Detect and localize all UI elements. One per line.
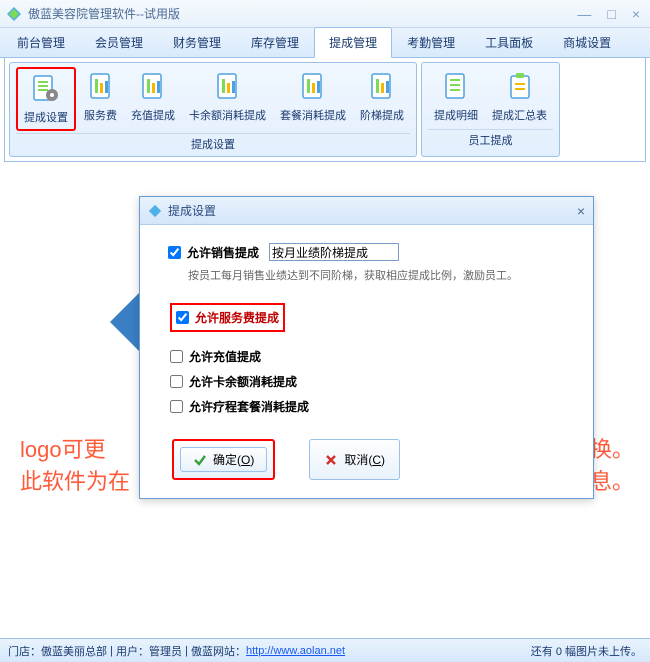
status-bar: 门店：傲蓝美丽总部 | 用户：管理员 | 傲蓝网站： http://www.ao… xyxy=(0,638,650,662)
label-allow-sales: 允许销售提成 xyxy=(187,244,259,261)
ribbon-group-staff: 提成明细 提成汇总表 员工提成 xyxy=(421,62,560,157)
status-upload: 还有 0 幅图片未上传。 xyxy=(531,643,642,659)
content-area: logo可更 换。 此软件为在 息。 提成设置 × 允许销售提成 按员工每月销售… xyxy=(0,162,650,638)
menu-attendance[interactable]: 考勤管理 xyxy=(392,27,470,58)
document-adjust-icon xyxy=(297,71,329,103)
checkbox-allow-recharge[interactable] xyxy=(170,350,183,363)
status-site-link[interactable]: http://www.aolan.net xyxy=(246,645,345,657)
document-adjust-icon xyxy=(212,71,244,103)
menu-bar: 前台管理 会员管理 财务管理 库存管理 提成管理 考勤管理 工具面板 商城设置 xyxy=(0,28,650,58)
app-logo-icon xyxy=(6,6,22,22)
menu-member[interactable]: 会员管理 xyxy=(80,27,158,58)
checkbox-allow-package[interactable] xyxy=(170,400,183,413)
checkbox-allow-service[interactable] xyxy=(176,311,189,324)
cancel-button[interactable]: 取消(C) xyxy=(309,439,400,480)
dialog-titlebar: 提成设置 × xyxy=(140,197,593,225)
ribbon-label: 卡余额消耗提成 xyxy=(189,107,266,123)
ribbon-label: 阶梯提成 xyxy=(360,107,404,123)
checkbox-allow-balance[interactable] xyxy=(170,375,183,388)
document-adjust-icon xyxy=(366,71,398,103)
document-gear-icon xyxy=(30,73,62,105)
menu-tools[interactable]: 工具面板 xyxy=(470,27,548,58)
cross-icon xyxy=(324,453,338,467)
ribbon-group-title: 提成设置 xyxy=(16,133,410,154)
ok-button[interactable]: 确定(O) xyxy=(180,447,267,472)
checkbox-allow-sales[interactable] xyxy=(168,246,181,259)
ribbon-ladder[interactable]: 阶梯提成 xyxy=(354,67,410,131)
maximize-button[interactable]: □ xyxy=(603,6,619,22)
ribbon-label: 套餐消耗提成 xyxy=(280,107,346,123)
ribbon-label: 提成汇总表 xyxy=(492,107,547,123)
ribbon-group-settings: 提成设置 服务费 充值提成 卡余额消耗提成 套餐消耗提成 阶梯提成 xyxy=(9,62,417,157)
menu-front[interactable]: 前台管理 xyxy=(2,27,80,58)
dialog-close-button[interactable]: × xyxy=(577,203,585,219)
ribbon: 提成设置 服务费 充值提成 卡余额消耗提成 套餐消耗提成 阶梯提成 xyxy=(4,58,646,162)
row-allow-service: 允许服务费提成 xyxy=(170,303,285,332)
label-allow-balance: 允许卡余额消耗提成 xyxy=(189,373,297,390)
ribbon-group-title: 员工提成 xyxy=(428,129,553,150)
row-allow-recharge: 允许充值提成 xyxy=(170,348,565,365)
document-adjust-icon xyxy=(137,71,169,103)
ribbon-commission-settings[interactable]: 提成设置 xyxy=(16,67,76,131)
ok-button-highlight: 确定(O) xyxy=(172,439,275,480)
ribbon-label: 服务费 xyxy=(84,107,117,123)
ribbon-detail[interactable]: 提成明细 xyxy=(428,67,484,127)
ribbon-label: 提成明细 xyxy=(434,107,478,123)
title-bar: 傲蓝美容院管理软件--试用版 — □ × xyxy=(0,0,650,28)
menu-mall[interactable]: 商城设置 xyxy=(548,27,626,58)
bg-text-2b: 息。 xyxy=(590,464,634,496)
status-site-label: 傲蓝网站： xyxy=(191,643,246,659)
check-icon xyxy=(193,453,207,467)
menu-stock[interactable]: 库存管理 xyxy=(236,27,314,58)
window-title: 傲蓝美容院管理软件--试用版 xyxy=(28,5,573,22)
status-store: 门店：傲蓝美丽总部 xyxy=(8,643,107,659)
row-allow-balance: 允许卡余额消耗提成 xyxy=(170,373,565,390)
label-allow-package: 允许疗程套餐消耗提成 xyxy=(189,398,309,415)
ribbon-label: 提成设置 xyxy=(24,109,68,125)
document-list-icon xyxy=(440,71,472,103)
ribbon-balance[interactable]: 卡余额消耗提成 xyxy=(183,67,272,131)
menu-commission[interactable]: 提成管理 xyxy=(314,27,392,58)
bg-text-1: logo可更 xyxy=(20,432,106,464)
ribbon-recharge[interactable]: 充值提成 xyxy=(125,67,181,131)
ribbon-label: 充值提成 xyxy=(131,107,175,123)
document-adjust-icon xyxy=(85,71,117,103)
dialog-title-text: 提成设置 xyxy=(168,202,577,219)
bg-text-2: 此软件为在 xyxy=(20,464,130,496)
close-button[interactable]: × xyxy=(628,6,644,22)
row-allow-package: 允许疗程套餐消耗提成 xyxy=(170,398,565,415)
minimize-button[interactable]: — xyxy=(573,6,595,22)
hint-text: 按员工每月销售业绩达到不同阶梯，获取相应提成比例，激励员工。 xyxy=(188,267,565,283)
bg-text-1b: 换。 xyxy=(590,432,634,464)
dialog-commission-settings: 提成设置 × 允许销售提成 按员工每月销售业绩达到不同阶梯，获取相应提成比例，激… xyxy=(139,196,594,499)
ribbon-summary[interactable]: 提成汇总表 xyxy=(486,67,553,127)
combo-sales-mode[interactable] xyxy=(269,243,399,261)
clipboard-icon xyxy=(504,71,536,103)
menu-finance[interactable]: 财务管理 xyxy=(158,27,236,58)
ribbon-service-fee[interactable]: 服务费 xyxy=(78,67,123,131)
label-allow-recharge: 允许充值提成 xyxy=(189,348,261,365)
dialog-icon xyxy=(148,204,162,218)
status-user: 用户：管理员 xyxy=(116,643,182,659)
label-allow-service: 允许服务费提成 xyxy=(195,309,279,326)
ribbon-package[interactable]: 套餐消耗提成 xyxy=(274,67,352,131)
